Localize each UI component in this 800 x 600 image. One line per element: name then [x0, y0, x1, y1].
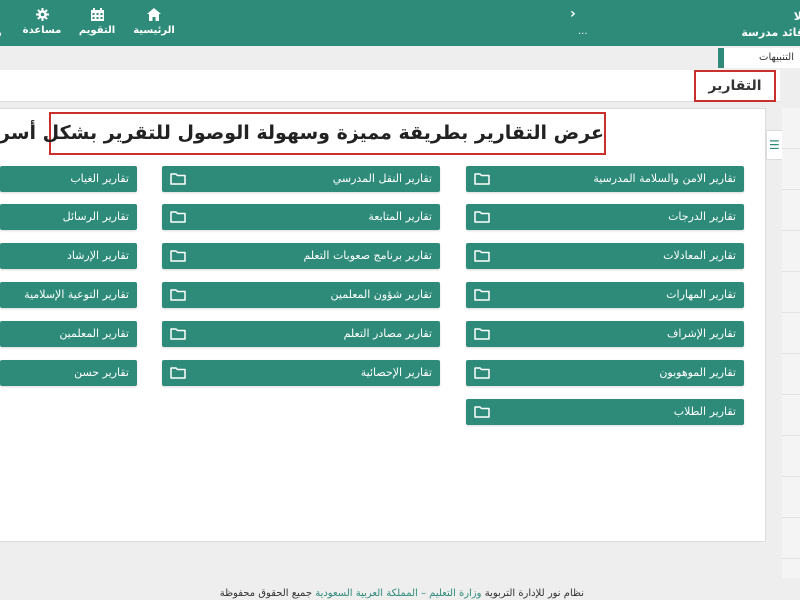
page-footer: نظام نور للإدارة التربوية وزارة التعليم …: [220, 588, 584, 599]
folder-icon: [474, 173, 490, 185]
alerts-tab[interactable]: التنبيهات: [718, 48, 800, 68]
report-students[interactable]: تقارير الطلاب: [466, 399, 744, 425]
report-messages[interactable]: تقارير الرسائل: [0, 204, 137, 230]
footer-prefix: نظام نور للإدارة التربوية: [484, 588, 584, 599]
report-school-safety[interactable]: تقارير الامن والسلامة المدرسية: [466, 166, 744, 192]
user-role: قائد مدرسة: [741, 26, 800, 39]
report-islamic-awareness[interactable]: تقارير التوعية الإسلامية: [0, 282, 137, 308]
nav-cut-off-item[interactable]: ،: [0, 28, 2, 39]
report-school-transport[interactable]: تقارير النقل المدرسي: [162, 166, 440, 192]
calendar-icon: [90, 8, 104, 21]
report-follow-up[interactable]: تقارير المتابعة: [162, 204, 440, 230]
report-learning-resources[interactable]: تقارير مصادر التعلم: [162, 321, 440, 347]
folder-icon: [170, 173, 186, 185]
nav-calendar[interactable]: التقويم: [67, 8, 127, 36]
nav-help[interactable]: مساعدة: [12, 8, 72, 36]
report-grades[interactable]: تقارير الدرجات: [466, 204, 744, 230]
footer-link[interactable]: وزارة التعليم – المملكة العربية السعودية: [315, 588, 481, 599]
folder-icon: [474, 367, 490, 379]
folder-icon: [474, 406, 490, 418]
chevron-right-icon[interactable]: ›: [570, 6, 576, 22]
nav-home[interactable]: الرئيسية: [124, 8, 184, 36]
home-icon: [147, 8, 161, 21]
report-husn[interactable]: تقارير حسن: [0, 360, 137, 386]
page-title: التقارير: [694, 70, 776, 102]
folder-icon: [474, 328, 490, 340]
folder-icon: [170, 211, 186, 223]
report-teachers[interactable]: تقارير المعلمين: [0, 321, 137, 347]
top-navbar: الرئيسية التقويم مساعدة ، › ... لا قائد …: [0, 0, 800, 46]
report-supervision[interactable]: تقارير الإشراف: [466, 321, 744, 347]
footer-suffix: جميع الحقوق محفوظة: [219, 588, 313, 599]
more-dots[interactable]: ...: [578, 26, 588, 37]
report-guidance[interactable]: تقارير الإرشاد: [0, 243, 137, 269]
folder-icon: [170, 289, 186, 301]
folder-icon: [474, 289, 490, 301]
folder-icon: [474, 211, 490, 223]
report-teacher-affairs[interactable]: تقارير شؤون المعلمين: [162, 282, 440, 308]
side-menu-toggle[interactable]: ☰: [766, 130, 782, 160]
page-title-bar: [0, 70, 780, 102]
nav-help-label: مساعدة: [22, 25, 62, 36]
folder-icon: [170, 250, 186, 262]
gear-icon: [35, 8, 49, 21]
report-learning-difficulties[interactable]: تقارير برنامج صعوبات التعلم: [162, 243, 440, 269]
folder-icon: [170, 328, 186, 340]
report-statistics[interactable]: تقارير الإحصائية: [162, 360, 440, 386]
folder-icon: [170, 367, 186, 379]
nav-calendar-label: التقويم: [78, 25, 116, 36]
user-name: لا: [793, 10, 800, 23]
report-absence[interactable]: تقارير الغياب: [0, 166, 137, 192]
report-skills[interactable]: تقارير المهارات: [466, 282, 744, 308]
list-icon: ☰: [769, 138, 780, 152]
nav-home-label: الرئيسية: [133, 25, 175, 36]
report-gifted[interactable]: تقارير الموهوبون: [466, 360, 744, 386]
reports-banner: عرض التقارير بطريقة مميزة وسهولة الوصول …: [0, 112, 606, 155]
report-equivalencies[interactable]: تقارير المعادلات: [466, 243, 744, 269]
right-gutter: [782, 108, 800, 578]
folder-icon: [474, 250, 490, 262]
